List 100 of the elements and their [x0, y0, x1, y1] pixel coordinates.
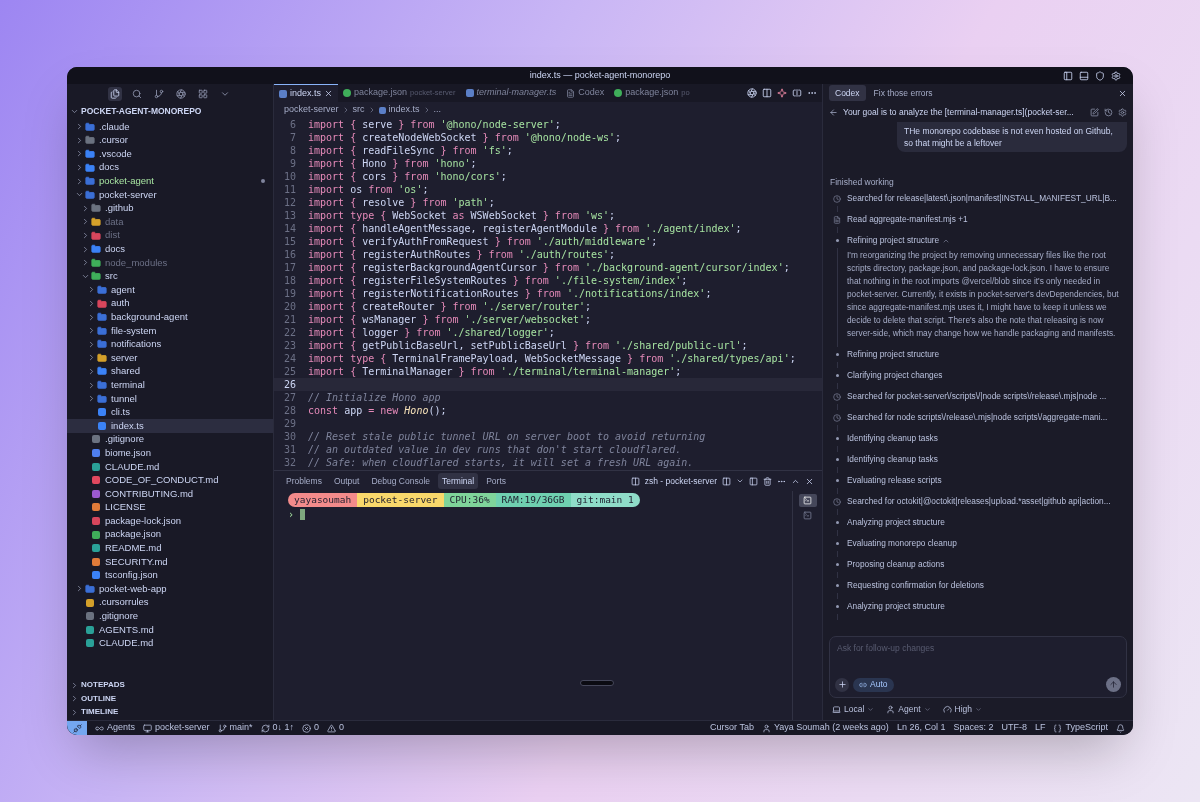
- close-icon[interactable]: [324, 89, 334, 98]
- folder-row[interactable]: server: [67, 351, 273, 365]
- folder-row[interactable]: tunnel: [67, 391, 273, 406]
- auto-mode-button[interactable]: Auto: [853, 677, 894, 692]
- file-row[interactable]: LICENSE: [67, 500, 273, 515]
- option-dropdown[interactable]: High: [942, 702, 983, 716]
- diff-icon[interactable]: [762, 88, 772, 98]
- folder-row[interactable]: shared: [67, 364, 273, 379]
- back-arrow-icon[interactable]: [829, 107, 838, 117]
- folder-row[interactable]: docs: [67, 242, 273, 256]
- remote-button[interactable]: [67, 721, 87, 735]
- file-row[interactable]: .gitignore: [67, 609, 273, 623]
- sidebar-toggle-icon[interactable]: [1063, 70, 1073, 81]
- step-label[interactable]: Analyzing project structure: [847, 600, 945, 613]
- folder-row[interactable]: docs: [67, 160, 273, 175]
- terminal-name[interactable]: zsh - pocket-server: [644, 474, 717, 488]
- section-header[interactable]: TIMELINE: [67, 705, 273, 719]
- status-item[interactable]: 0↓ 1↑: [256, 721, 299, 735]
- explorer-root[interactable]: POCKET-AGENT-MONOREPO: [67, 103, 273, 120]
- split-panel-icon[interactable]: [749, 476, 758, 486]
- explorer-icon[interactable]: [108, 86, 122, 101]
- status-item[interactable]: Ln 26, Col 1: [892, 721, 950, 735]
- file-row[interactable]: tsconfig.json: [67, 568, 273, 583]
- folder-row[interactable]: node_modules: [67, 255, 273, 270]
- sparkle-icon[interactable]: [777, 88, 787, 98]
- folder-row[interactable]: pocket-agent: [67, 174, 273, 188]
- panel-tab[interactable]: Problems: [282, 472, 326, 490]
- step-label[interactable]: Identifying cleanup tasks: [847, 453, 938, 466]
- chat-tab[interactable]: Codex: [829, 84, 866, 102]
- panel-tab[interactable]: Output: [329, 472, 364, 490]
- folder-row[interactable]: src: [67, 269, 273, 284]
- file-row[interactable]: .gitignore: [67, 432, 273, 447]
- status-item[interactable]: Cursor Tab: [706, 721, 758, 735]
- file-row[interactable]: AGENTS.md: [67, 622, 273, 637]
- folder-row[interactable]: .vscode: [67, 147, 273, 161]
- step-label[interactable]: Identifying cleanup tasks: [847, 432, 938, 445]
- notifications-icon[interactable]: [1116, 723, 1125, 733]
- drag-handle[interactable]: [580, 680, 614, 686]
- send-button[interactable]: [1106, 677, 1121, 692]
- status-item[interactable]: UTF-8: [997, 721, 1031, 735]
- file-row[interactable]: SECURITY.md: [67, 555, 273, 569]
- step-label[interactable]: Refining project structure: [847, 348, 940, 361]
- chat-tab[interactable]: Fix those errors: [867, 84, 939, 102]
- breadcrumb-item[interactable]: pocket-server: [284, 103, 339, 117]
- editor-tab[interactable]: terminal-manager.ts: [460, 84, 562, 102]
- step-label[interactable]: Analyzing project structure: [847, 516, 945, 529]
- folder-row[interactable]: pocket-web-app: [67, 582, 273, 596]
- file-row[interactable]: index.ts: [67, 419, 273, 433]
- breadcrumb-item[interactable]: ...: [433, 103, 442, 117]
- trash-icon[interactable]: [763, 476, 772, 486]
- panel-tab[interactable]: Debug Console: [367, 472, 435, 490]
- folder-row[interactable]: data: [67, 215, 273, 229]
- folder-row[interactable]: notifications: [67, 337, 273, 352]
- file-row[interactable]: README.md: [67, 541, 273, 555]
- breadcrumb-item[interactable]: index.ts: [388, 103, 420, 117]
- folder-row[interactable]: agent: [67, 283, 273, 297]
- folder-row[interactable]: .claude: [67, 120, 273, 134]
- file-row[interactable]: biome.json: [67, 446, 273, 460]
- panel-tab[interactable]: Terminal: [438, 472, 479, 490]
- section-header[interactable]: NOTEPADS: [67, 678, 273, 692]
- settings-icon[interactable]: [1111, 70, 1121, 81]
- folder-row[interactable]: dist: [67, 228, 273, 243]
- editor-tab[interactable]: index.ts: [274, 84, 339, 102]
- terminal-instance[interactable]: [798, 494, 817, 507]
- option-dropdown[interactable]: Agent: [886, 702, 931, 716]
- section-header[interactable]: OUTLINE: [67, 691, 273, 706]
- status-item[interactable]: main*: [213, 721, 257, 735]
- status-item[interactable]: TypeScript: [1049, 721, 1112, 735]
- new-chat-icon[interactable]: [1090, 107, 1099, 117]
- file-row[interactable]: CODE_OF_CONDUCT.md: [67, 473, 273, 488]
- file-row[interactable]: .cursorrules: [67, 595, 273, 610]
- file-row[interactable]: package-lock.json: [67, 514, 273, 528]
- status-item[interactable]: Agents: [91, 721, 140, 735]
- folder-row[interactable]: background-agent: [67, 310, 273, 324]
- file-row[interactable]: package.json: [67, 527, 273, 542]
- close-icon[interactable]: [1118, 88, 1127, 98]
- option-dropdown[interactable]: Local: [832, 702, 875, 716]
- step-label[interactable]: Evaluating monorepo cleanup: [847, 537, 957, 550]
- folder-row[interactable]: .github: [67, 201, 273, 216]
- settings-icon[interactable]: [1118, 107, 1127, 117]
- step-label[interactable]: Evaluating release scripts: [847, 474, 942, 487]
- file-row[interactable]: CLAUDE.md: [67, 636, 273, 651]
- status-item[interactable]: pocket-server: [139, 721, 214, 735]
- step-label[interactable]: Proposing cleanup actions: [847, 558, 945, 571]
- shield-icon[interactable]: [1095, 70, 1105, 81]
- step-label[interactable]: Refining project structure: [847, 234, 940, 247]
- file-row[interactable]: CLAUDE.md: [67, 459, 273, 474]
- breadcrumb-item[interactable]: src: [352, 103, 365, 117]
- aperture-icon[interactable]: [747, 88, 757, 98]
- step-label[interactable]: Clarifying project changes: [847, 369, 943, 382]
- status-item[interactable]: LF: [1030, 721, 1050, 735]
- chevron-down-icon[interactable]: [736, 477, 744, 485]
- status-item[interactable]: Yaya Soumah (2 weeks ago): [757, 721, 893, 735]
- status-item[interactable]: 0: [298, 721, 324, 735]
- editor-tab[interactable]: Codex: [561, 84, 610, 102]
- status-item[interactable]: 0: [323, 721, 349, 735]
- folder-row[interactable]: pocket-server: [67, 187, 273, 202]
- file-row[interactable]: CONTRIBUTING.md: [67, 487, 273, 501]
- folder-row[interactable]: terminal: [67, 378, 273, 392]
- folder-row[interactable]: .cursor: [67, 133, 273, 148]
